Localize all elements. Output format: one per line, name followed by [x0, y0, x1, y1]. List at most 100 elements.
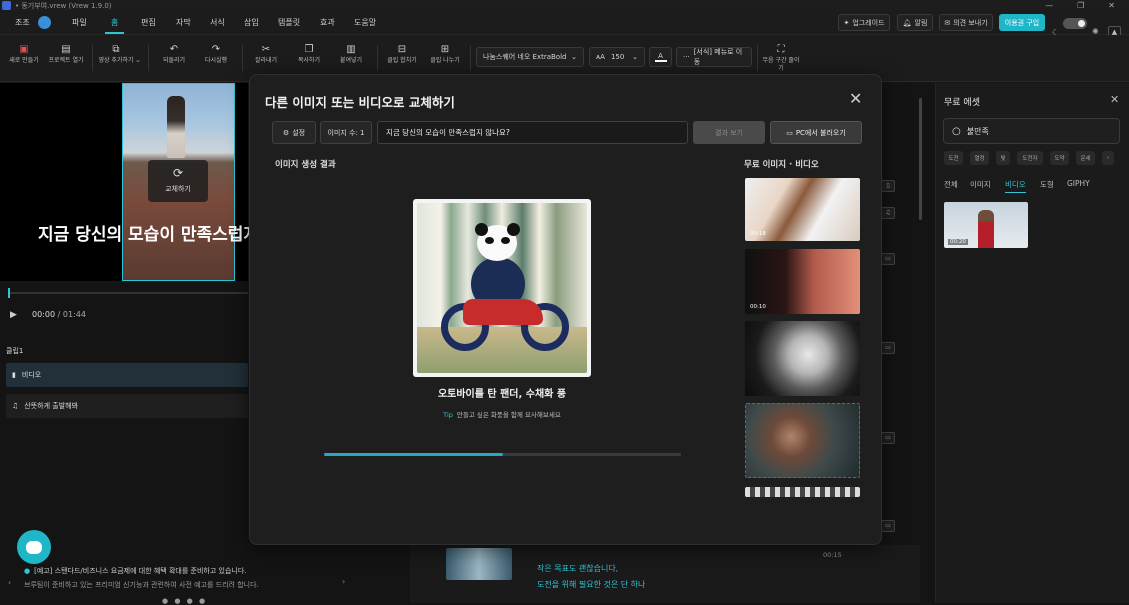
- split-clip-button[interactable]: ⊞ 클립 나누기: [425, 43, 465, 65]
- clip-thumb-icon[interactable]: ▭: [881, 520, 895, 532]
- free-image-thumb[interactable]: [745, 321, 860, 396]
- font-family-select[interactable]: 나눔스퀘어 네오 ExtraBold ⌄: [476, 47, 584, 67]
- menu-edit[interactable]: 편집: [141, 17, 156, 28]
- font-color-button[interactable]: A: [649, 47, 672, 67]
- add-video-icon: ⧉: [112, 44, 120, 55]
- clip-thumb-icon[interactable]: ▭: [881, 253, 895, 265]
- clip-subtitle-line[interactable]: 작은 목표도 괜찮습니다,: [537, 563, 618, 574]
- close-icon[interactable]: ✕: [1110, 93, 1119, 106]
- shrink-icon: ⛶: [777, 44, 785, 55]
- menu-insert[interactable]: 삽입: [244, 17, 259, 28]
- upload-from-pc-button[interactable]: ▭ PC에서 불러오기: [770, 121, 862, 144]
- tag-chip[interactable]: 열정: [970, 151, 989, 165]
- playback-scrubber[interactable]: [8, 288, 248, 298]
- clip-thumb-icon[interactable]: ▭: [881, 432, 895, 444]
- tab-image[interactable]: 이미지: [970, 179, 991, 190]
- add-video-button[interactable]: ⧉ 영상 추가하기: [96, 43, 136, 65]
- chevron-right-icon[interactable]: ›: [342, 577, 345, 586]
- asset-video-thumb[interactable]: 00:20: [944, 202, 1028, 248]
- generated-panda-image: [417, 203, 587, 373]
- shrink-silence-button[interactable]: ⛶ 무음 구간 줄이기: [761, 43, 801, 73]
- toolbar-divider: [242, 45, 243, 71]
- free-image-thumb[interactable]: [745, 487, 860, 497]
- clipboard-icon: ▥: [346, 44, 356, 55]
- menu-subtitle[interactable]: 자막: [176, 17, 191, 28]
- undo-button[interactable]: ↶ 되돌리기: [154, 43, 194, 65]
- upgrade-button[interactable]: ✦ 업그레이드: [838, 14, 890, 31]
- tab-shape[interactable]: 도형: [1040, 179, 1054, 190]
- merge-clip-button[interactable]: ⊟ 클립 합치기: [382, 43, 422, 65]
- search-icon: ○: [952, 125, 961, 137]
- clip-subtitle-line[interactable]: 도전을 위해 필요한 것은 단 하나: [537, 579, 645, 590]
- notification-button[interactable]: 🔔︎ 알림: [897, 14, 933, 31]
- avatar[interactable]: [38, 16, 51, 29]
- toolbar-divider: [377, 45, 378, 71]
- pagination-dots[interactable]: ● ● ● ●: [162, 597, 207, 605]
- redo-button[interactable]: ↷ 다시실행: [196, 43, 236, 65]
- title-bar: • 동기부여.vrew (Vrew 1.9.0) — ❐ ✕: [0, 0, 1129, 11]
- clip-thumb-icon[interactable]: ▯: [881, 180, 895, 192]
- chevron-down-icon[interactable]: ⌄: [135, 56, 141, 64]
- menu-help[interactable]: 도움말: [354, 17, 376, 28]
- copy-button[interactable]: ❐ 복사하기: [289, 43, 329, 65]
- clip-thumbnail[interactable]: [446, 548, 512, 580]
- tab-giphy[interactable]: GIPHY: [1067, 179, 1090, 188]
- menu-effect[interactable]: 효과: [320, 17, 335, 28]
- tag-chip[interactable]: 도전: [944, 151, 963, 165]
- tag-chip[interactable]: 운세: [1076, 151, 1095, 165]
- notice-title[interactable]: ● [예고] 스탠다드/비즈니스 요금제에 대한 혜택 확대를 준비하고 있습니다…: [24, 566, 247, 576]
- settings-button[interactable]: ⚙ 설정: [272, 121, 316, 144]
- close-icon[interactable]: ✕: [849, 89, 862, 108]
- generated-image-card[interactable]: [413, 199, 591, 377]
- free-image-thumb[interactable]: [745, 403, 860, 478]
- menu-format[interactable]: 서식: [210, 17, 225, 28]
- feedback-button[interactable]: ✉ 의견 보내기: [939, 14, 993, 31]
- redo-icon: ↷: [211, 44, 221, 55]
- menu-home[interactable]: 홈: [104, 17, 126, 34]
- music-icon[interactable]: ♫: [881, 207, 895, 219]
- tab-video[interactable]: 비디오: [1005, 179, 1026, 193]
- chat-button[interactable]: [17, 530, 51, 564]
- window-title: • 동기부여.vrew (Vrew 1.9.0): [15, 1, 112, 10]
- format-menu-button[interactable]: ··· [서식] 메뉴로 이동: [676, 47, 752, 67]
- tag-chip[interactable]: 도전자: [1017, 151, 1043, 165]
- chevron-left-icon[interactable]: ‹: [8, 578, 11, 587]
- chevron-down-icon: ⌄: [632, 53, 638, 61]
- open-project-button[interactable]: ▤ 프로젝트 열기: [46, 43, 86, 65]
- new-project-button[interactable]: ▣ 새로 만들기: [4, 43, 44, 65]
- free-video-thumb[interactable]: 00:18: [745, 178, 860, 241]
- image-count-button[interactable]: 이미지 수: 1: [320, 121, 372, 144]
- buy-plan-button[interactable]: 이용권 구입: [999, 14, 1045, 31]
- paste-button[interactable]: ▥ 붙여넣기: [331, 43, 371, 65]
- tab-all[interactable]: 전체: [944, 179, 958, 190]
- sparkle-icon: ✦: [843, 18, 850, 27]
- menu-template[interactable]: 템플릿: [278, 17, 300, 28]
- notice-bar: [0, 555, 360, 603]
- play-icon[interactable]: ▶: [10, 310, 17, 320]
- clip-thumb-icon[interactable]: ▭: [881, 342, 895, 354]
- replace-button[interactable]: ⟳ 교체하기: [148, 160, 208, 202]
- generation-result-label: 이미지 생성 결과: [275, 160, 336, 170]
- clip-row-music[interactable]: ♫ 산뜻하게 출발해봐: [6, 394, 248, 418]
- scrollbar[interactable]: [919, 98, 922, 220]
- free-video-thumb[interactable]: 00:10: [745, 249, 860, 314]
- tag-chip[interactable]: 빛: [996, 151, 1010, 165]
- asset-search-input[interactable]: ○ 불만족: [943, 118, 1120, 144]
- preview-result-button[interactable]: 결과 보기: [693, 121, 765, 144]
- maximize-icon[interactable]: ❐: [1077, 1, 1084, 10]
- theme-toggle[interactable]: [1063, 18, 1087, 29]
- color-swatch: [654, 59, 667, 62]
- tag-chip[interactable]: 도약: [1050, 151, 1069, 165]
- clip-row-video[interactable]: ▮ 비디오: [6, 363, 248, 387]
- minimize-icon[interactable]: —: [1045, 1, 1053, 10]
- chevron-right-icon[interactable]: ›: [1102, 151, 1114, 165]
- cut-button[interactable]: ✂ 잘라내기: [246, 43, 286, 65]
- close-window-icon[interactable]: ✕: [1108, 1, 1115, 10]
- more-icon: ···: [683, 53, 690, 61]
- font-size-select[interactable]: ᴀA 150 ⌄: [589, 47, 645, 67]
- monitor-icon: ▭: [786, 128, 793, 137]
- font-size-icon: ᴀA: [596, 53, 605, 61]
- menu-file[interactable]: 파일: [72, 17, 87, 28]
- prompt-input[interactable]: 지금 당신의 모습이 만족스럽지 않나요?: [377, 121, 688, 144]
- tip-text: Tip 만들고 싶은 화풍을 함께 묘사해보세요: [443, 411, 561, 419]
